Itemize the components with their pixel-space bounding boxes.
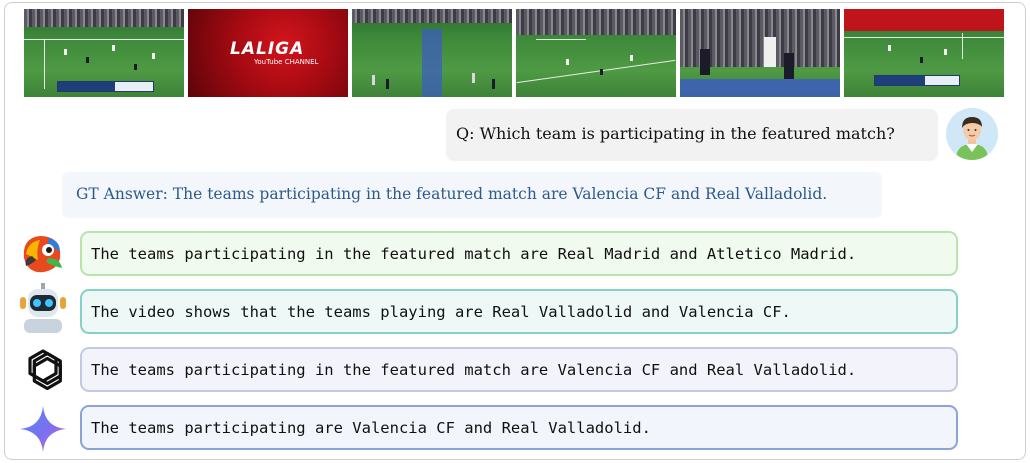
gemini-star-icon xyxy=(18,404,68,454)
answer-text: The video shows that the teams playing a… xyxy=(91,303,791,321)
video-frame-3 xyxy=(352,9,512,97)
answer-text: The teams participating in the featured … xyxy=(91,361,857,379)
user-avatar-icon xyxy=(946,108,998,160)
ground-truth-answer: GT Answer: The teams participating in th… xyxy=(62,172,882,218)
answer-text: The teams participating are Valencia CF … xyxy=(91,419,651,437)
answer-box-model-1: The teams participating in the featured … xyxy=(80,231,958,276)
openai-logo-icon xyxy=(18,346,68,396)
laliga-logo-text: LALIGA xyxy=(230,39,305,59)
answer-box-model-4: The teams participating are Valencia CF … xyxy=(80,405,958,450)
robot-model-icon xyxy=(18,283,68,333)
video-frame-6 xyxy=(844,9,1004,97)
ground-truth-text: GT Answer: The teams participating in th… xyxy=(76,185,828,203)
parrot-model-icon xyxy=(18,228,68,278)
answer-box-model-3: The teams participating in the featured … xyxy=(80,347,958,392)
question-bubble: Q: Which team is participating in the fe… xyxy=(446,109,938,161)
video-frame-4 xyxy=(516,9,676,97)
answer-box-model-2: The video shows that the teams playing a… xyxy=(80,289,958,334)
video-frame-5 xyxy=(680,9,840,97)
question-text: Q: Which team is participating in the fe… xyxy=(456,124,895,143)
video-frame-strip: LALIGA YouTube CHANNEL xyxy=(24,9,1004,97)
video-frame-1 xyxy=(24,9,184,97)
video-frame-2-laliga-logo: LALIGA YouTube CHANNEL xyxy=(188,9,348,97)
youtube-channel-text: YouTube CHANNEL xyxy=(254,58,319,66)
answer-text: The teams participating in the featured … xyxy=(91,245,857,263)
